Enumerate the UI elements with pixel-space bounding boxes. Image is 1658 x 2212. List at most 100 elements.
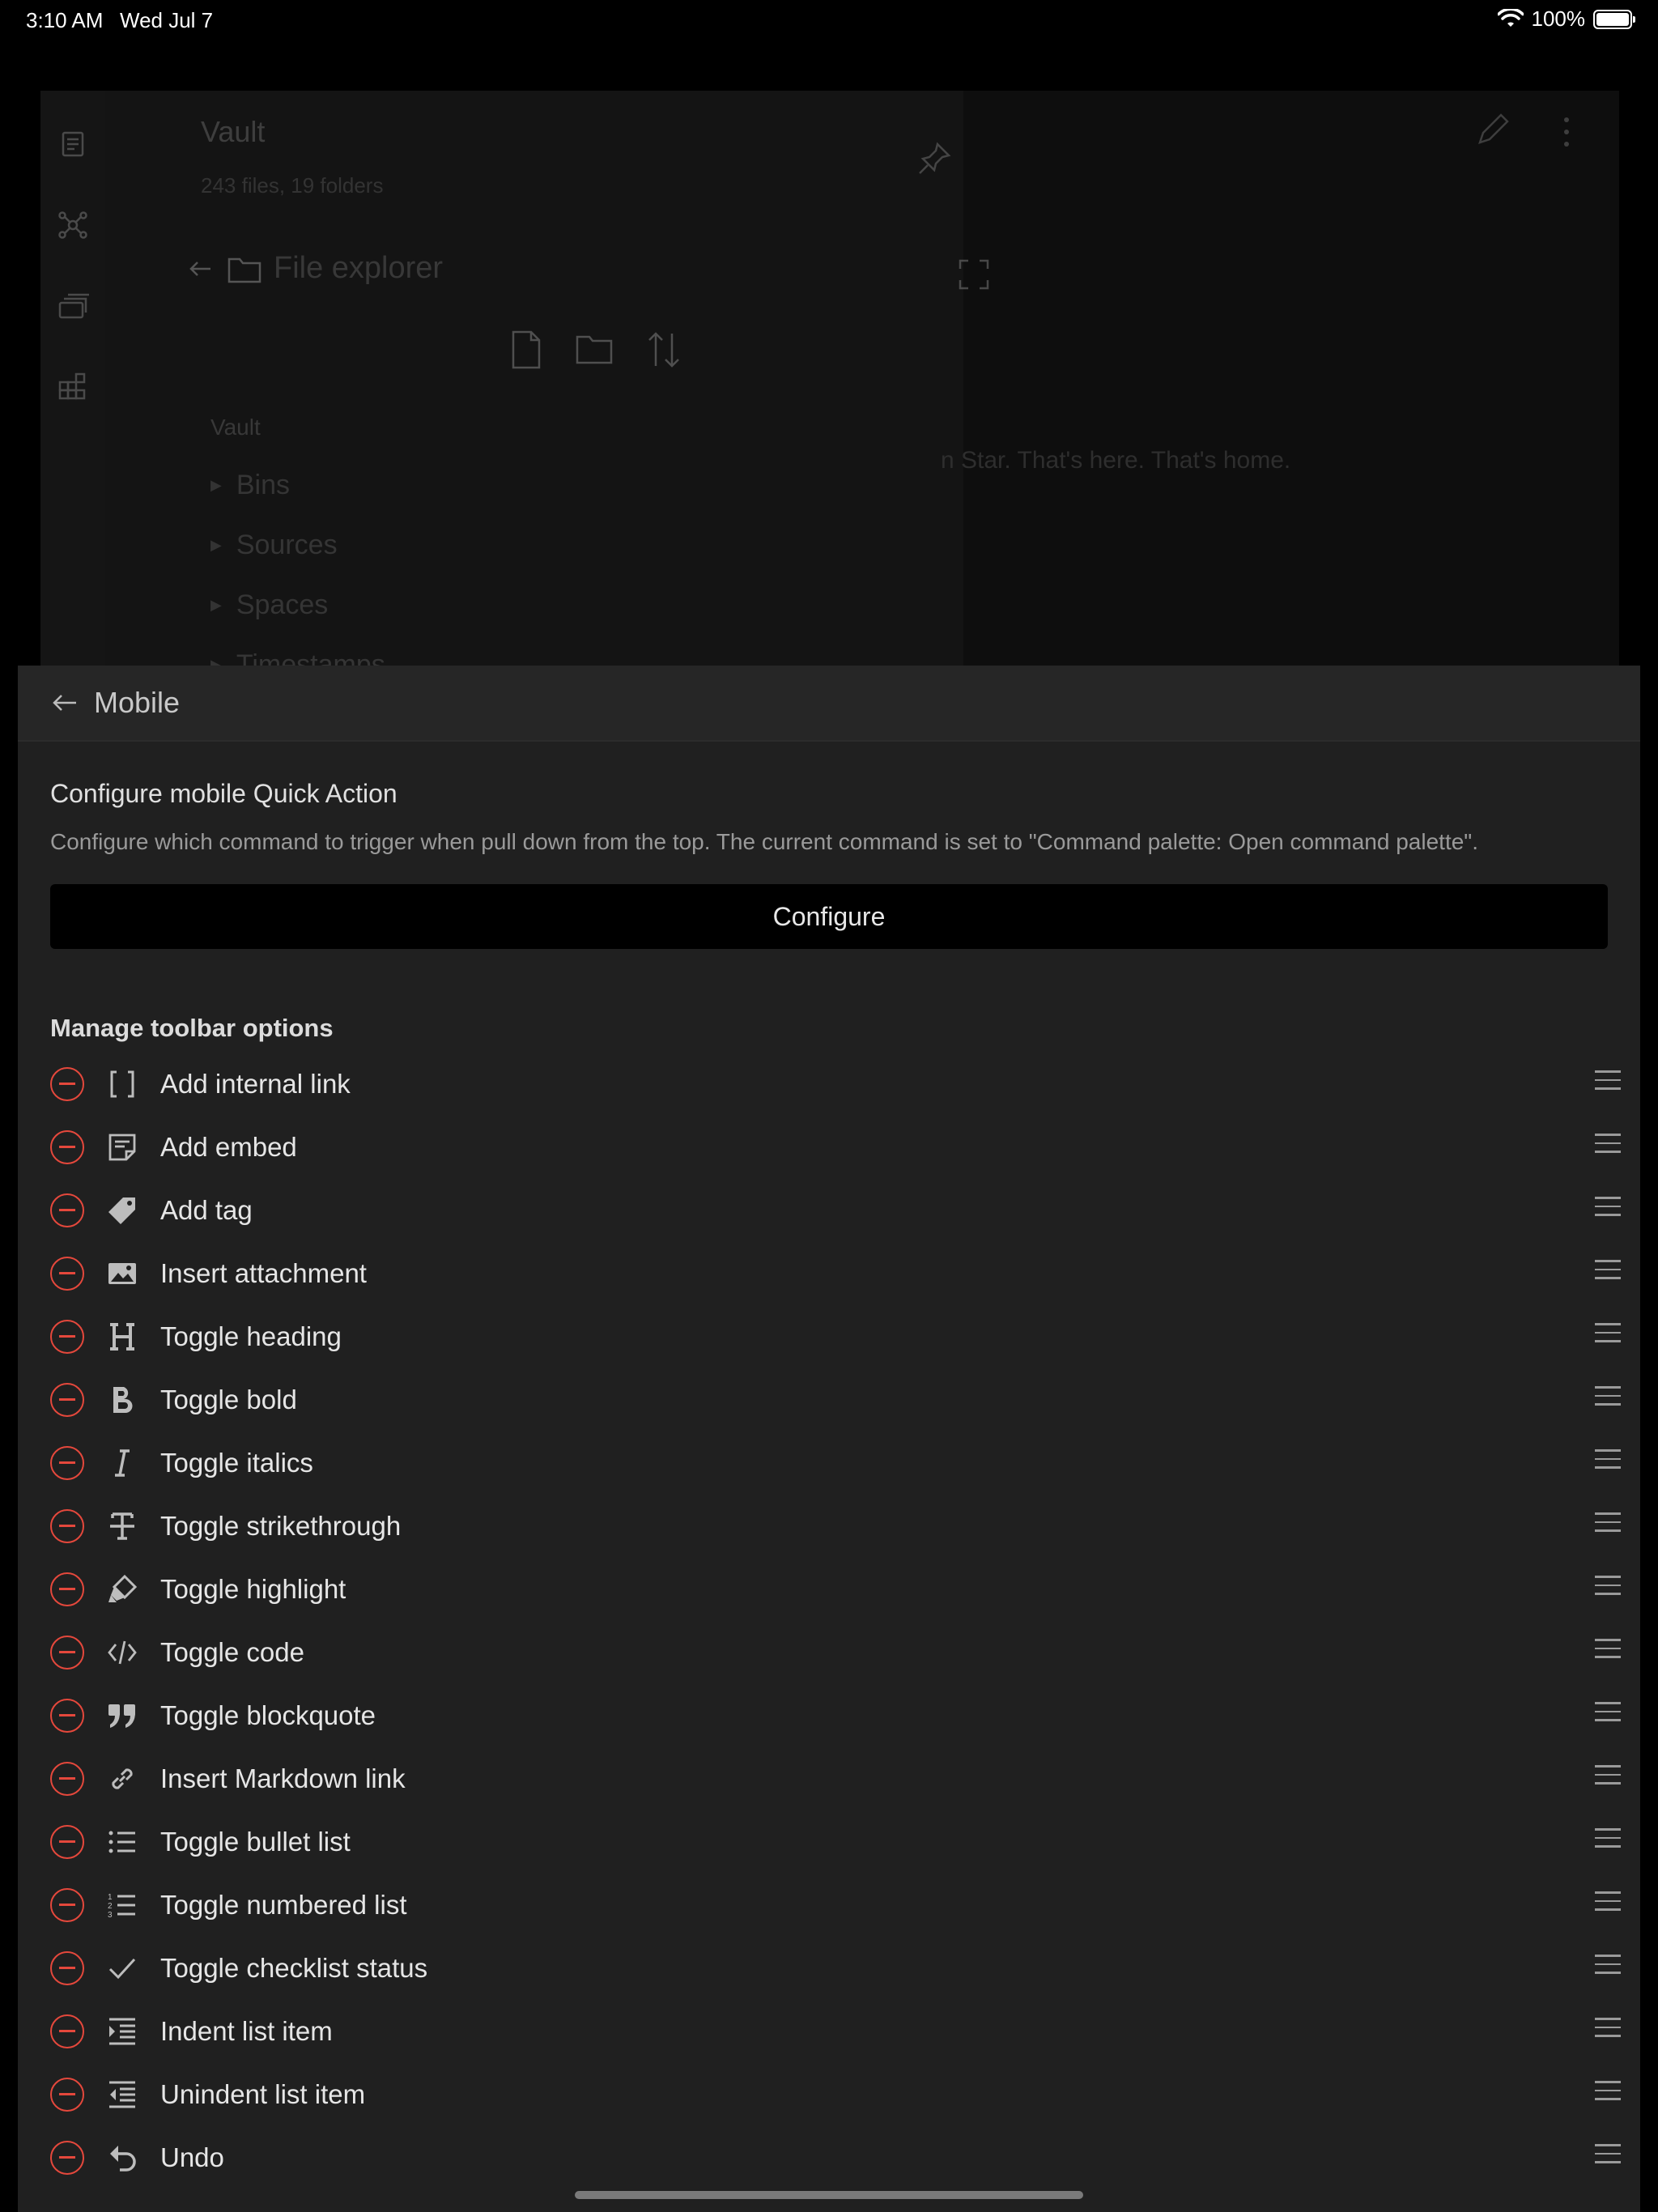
remove-item-button[interactable] [50, 1888, 84, 1922]
bullet-list-icon [105, 1825, 139, 1859]
toolbar-item-label: Toggle checklist status [160, 1953, 428, 1983]
toolbar-item-label: Add embed [160, 1132, 297, 1162]
highlighter-icon [105, 1572, 139, 1606]
toolbar-item-label: Toggle blockquote [160, 1700, 376, 1730]
numbered-list-icon: 123 [105, 1888, 139, 1922]
toolbar-item: Toggle strikethrough [50, 1495, 1621, 1558]
brackets-icon [105, 1067, 139, 1101]
quick-action-setting-description: Configure which command to trigger when … [50, 829, 1479, 854]
toolbar-item: Toggle bullet list [50, 1810, 1621, 1874]
toolbar-item: Toggle bold [50, 1368, 1621, 1431]
expand-icon[interactable] [959, 259, 989, 290]
drag-handle-icon[interactable] [1595, 1576, 1621, 1600]
new-folder-icon[interactable] [575, 330, 614, 366]
toolbar-item: Toggle highlight [50, 1558, 1621, 1621]
remove-item-button[interactable] [50, 1257, 84, 1291]
ribbon [40, 91, 105, 666]
sort-icon[interactable] [646, 330, 682, 369]
italic-icon [105, 1446, 139, 1480]
bold-icon [105, 1383, 139, 1417]
drag-handle-icon[interactable] [1595, 1070, 1621, 1095]
remove-item-button[interactable] [50, 1509, 84, 1543]
drag-handle-icon[interactable] [1595, 1765, 1621, 1789]
toolbar-item-label: Toggle code [160, 1637, 304, 1667]
drag-handle-icon[interactable] [1595, 1512, 1621, 1537]
toolbar-item: Unindent list item [50, 2063, 1621, 2126]
remove-item-button[interactable] [50, 1383, 84, 1417]
remove-item-button[interactable] [50, 1636, 84, 1670]
remove-item-button[interactable] [50, 1951, 84, 1985]
drag-handle-icon[interactable] [1595, 2144, 1621, 2168]
back-arrow-icon[interactable] [186, 254, 215, 283]
background-app: Vault 243 files, 19 folders File explore… [40, 91, 1619, 666]
configure-button[interactable]: Configure [50, 884, 1608, 949]
folder-item[interactable]: ▶ Spaces [210, 589, 328, 621]
check-icon [105, 1951, 139, 1985]
drag-handle-icon[interactable] [1595, 1639, 1621, 1663]
drag-handle-icon[interactable] [1595, 1955, 1621, 1979]
toolbar-item-label: Undo [160, 2142, 224, 2172]
remove-item-button[interactable] [50, 1699, 84, 1733]
toolbar-item-label: Insert attachment [160, 1258, 367, 1288]
plugins-grid-icon[interactable] [57, 371, 89, 403]
remove-item-button[interactable] [50, 2014, 84, 2048]
drag-handle-icon[interactable] [1595, 1386, 1621, 1410]
remove-item-button[interactable] [50, 1130, 84, 1164]
battery-percent: 100% [1531, 6, 1586, 31]
toolbar-item: Toggle code [50, 1621, 1621, 1684]
files-icon[interactable] [57, 128, 89, 160]
more-options-icon[interactable] [1554, 112, 1579, 152]
new-note-icon[interactable] [510, 330, 542, 369]
remove-item-button[interactable] [50, 2141, 84, 2175]
drag-handle-icon[interactable] [1595, 1260, 1621, 1284]
toolbar-item: Add embed [50, 1116, 1621, 1179]
back-arrow-icon[interactable] [50, 688, 79, 717]
toolbar-item: Toggle italics [50, 1431, 1621, 1495]
cards-icon[interactable] [57, 290, 89, 322]
battery-fill [1596, 12, 1629, 26]
remove-item-button[interactable] [50, 2078, 84, 2112]
remove-item-button[interactable] [50, 1825, 84, 1859]
remove-item-button[interactable] [50, 1572, 84, 1606]
drag-handle-icon[interactable] [1595, 1702, 1621, 1726]
folder-item[interactable]: ▶ Bins [210, 470, 290, 501]
folder-icon [227, 257, 261, 283]
drag-handle-icon[interactable] [1595, 1134, 1621, 1158]
toolbar-item-label: Toggle bold [160, 1385, 297, 1414]
graph-view-icon[interactable] [57, 209, 89, 241]
folder-item[interactable]: ▶ Sources [210, 530, 338, 561]
toolbar-item: Undo [50, 2126, 1621, 2189]
remove-item-button[interactable] [50, 1320, 84, 1354]
drag-handle-icon[interactable] [1595, 1828, 1621, 1853]
remove-item-button[interactable] [50, 1067, 84, 1101]
edit-pencil-icon[interactable] [1473, 108, 1514, 149]
pin-icon[interactable] [915, 139, 954, 178]
status-bar: 3:10 AM Wed Jul 7 100% [0, 0, 1658, 40]
toolbar-item-label: Toggle italics [160, 1448, 313, 1478]
drag-handle-icon[interactable] [1595, 1323, 1621, 1347]
svg-text:3: 3 [108, 1911, 113, 1920]
drag-handle-icon[interactable] [1595, 2018, 1621, 2042]
folder-item[interactable]: ▶ Timestamps [210, 649, 385, 666]
modal-content: Configure mobile Quick Action Configure … [18, 779, 1640, 2189]
remove-item-button[interactable] [50, 1446, 84, 1480]
remove-item-button[interactable] [50, 1193, 84, 1227]
toolbar-item-label: Toggle strikethrough [160, 1511, 402, 1541]
status-date: Wed Jul 7 [120, 8, 214, 32]
explorer-title: File explorer [274, 251, 444, 285]
note-text: n Star. That's here. That's home. [941, 447, 1291, 474]
drag-handle-icon[interactable] [1595, 1891, 1621, 1916]
battery-icon [1593, 9, 1635, 29]
toolbar-item-label: Insert Markdown link [160, 1763, 406, 1793]
explorer-toolbar [510, 330, 682, 369]
svg-text:2: 2 [108, 1902, 113, 1911]
remove-item-button[interactable] [50, 1762, 84, 1796]
toolbar-item: Insert attachment [50, 1242, 1621, 1305]
drag-handle-icon[interactable] [1595, 1197, 1621, 1221]
drag-handle-icon[interactable] [1595, 2081, 1621, 2105]
drag-handle-icon[interactable] [1595, 1449, 1621, 1474]
toolbar-item-label: Toggle highlight [160, 1574, 346, 1604]
toolbar-item-label: Indent list item [160, 2016, 333, 2046]
tree-root: Vault [210, 415, 261, 440]
quick-action-setting-name: Configure mobile Quick Action [50, 779, 397, 808]
